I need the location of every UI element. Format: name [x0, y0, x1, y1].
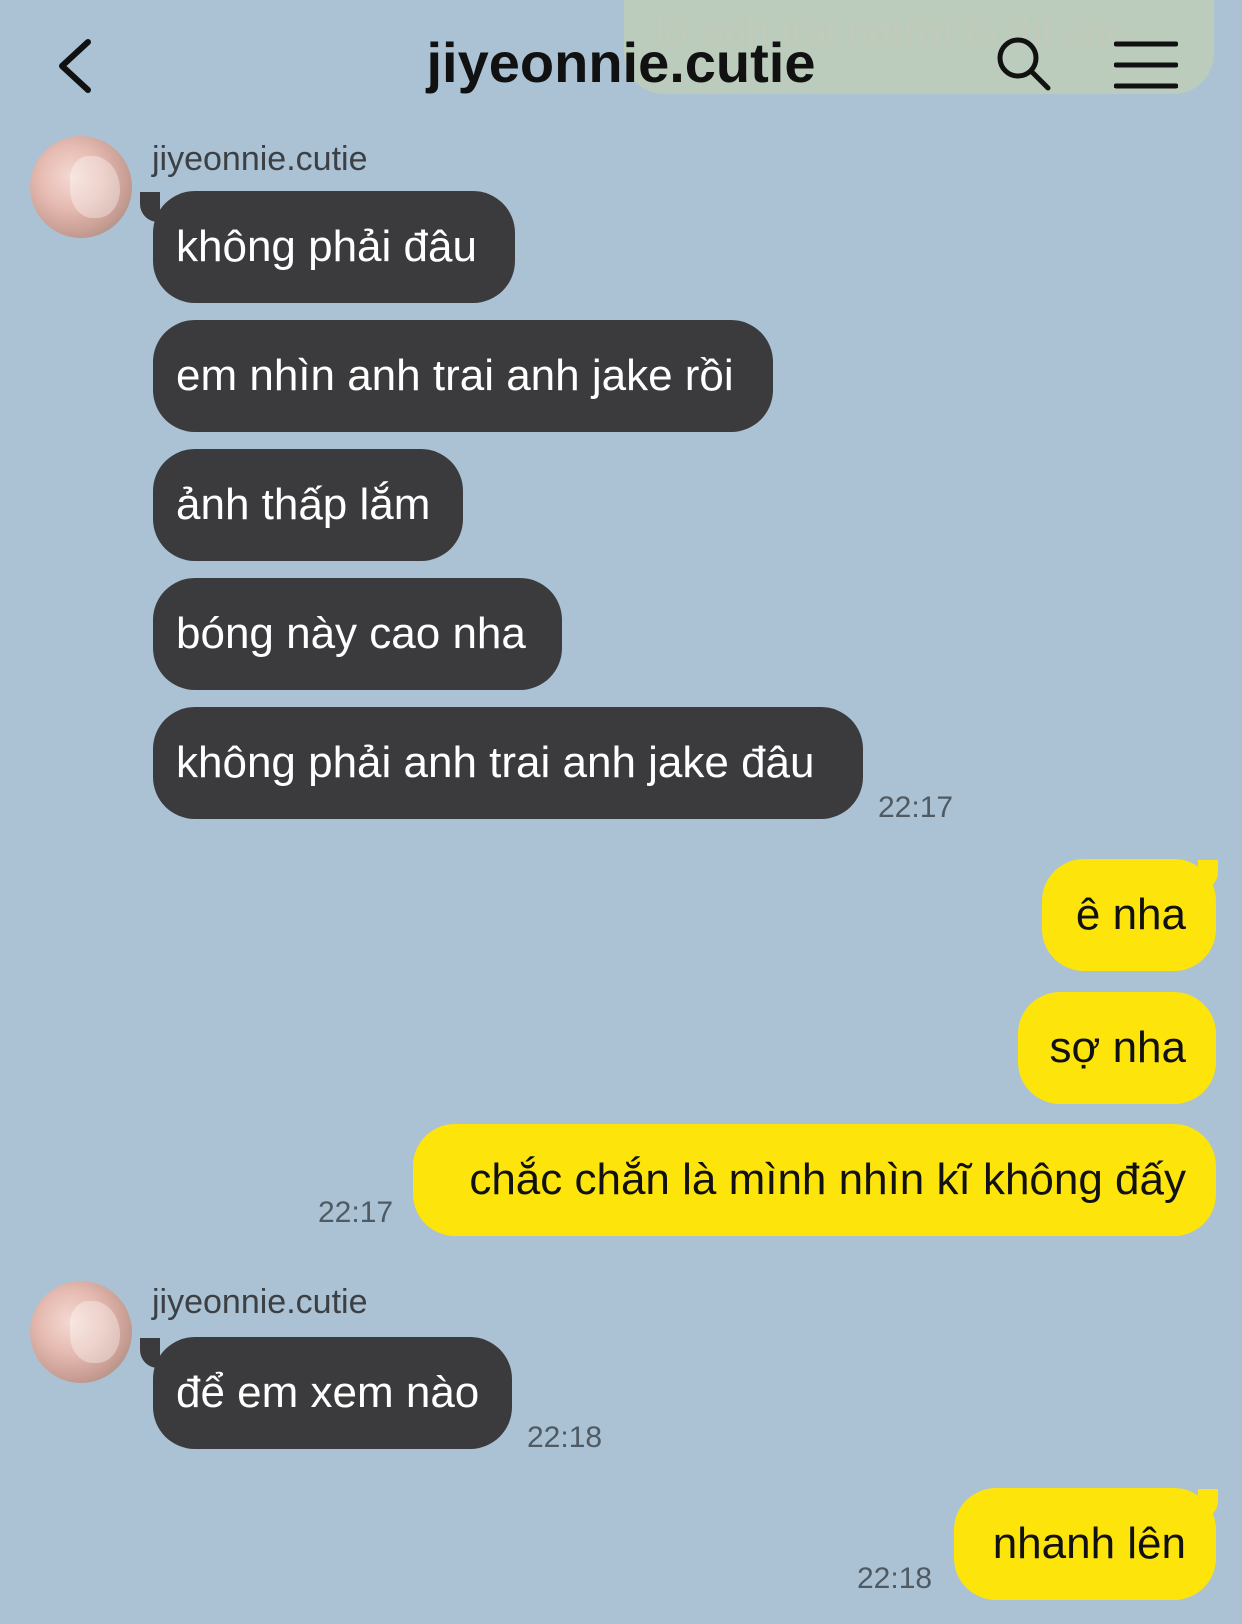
- message-bubble[interactable]: bóng này cao nha: [153, 578, 562, 690]
- message-timestamp: 22:17: [878, 791, 954, 824]
- avatar[interactable]: [30, 136, 132, 238]
- message-bubble[interactable]: nhanh lên: [954, 1488, 1216, 1600]
- avatar[interactable]: [30, 1281, 132, 1383]
- message-bubble[interactable]: ảnh thấp lắm: [153, 449, 463, 561]
- search-icon: [997, 37, 1051, 91]
- menu-button[interactable]: [1113, 40, 1179, 90]
- message-timestamp: 22:17: [318, 1196, 394, 1229]
- chat-title: jiyeonnie.cutie: [426, 31, 816, 94]
- sender-name: jiyeonnie.cutie: [152, 1283, 368, 1321]
- message-timestamp: 22:18: [527, 1421, 603, 1454]
- message-bubble[interactable]: chắc chắn là mình nhìn kĩ không đấy: [413, 1124, 1216, 1236]
- message-bubble[interactable]: ê nha: [1042, 859, 1216, 971]
- sender-name: jiyeonnie.cutie: [152, 140, 368, 178]
- message-bubble[interactable]: không phải đâu: [153, 191, 515, 303]
- hamburger-menu-icon: [1113, 41, 1179, 89]
- message-bubble[interactable]: sợ nha: [1018, 992, 1216, 1104]
- message-bubble[interactable]: không phải anh trai anh jake đâu: [153, 707, 863, 819]
- search-button[interactable]: [994, 34, 1054, 96]
- chat-header: lỡ anh trai người ta thì sao jiyeonnie.c…: [0, 0, 1242, 128]
- message-bubble[interactable]: để em xem nào: [153, 1337, 512, 1449]
- message-bubble[interactable]: em nhìn anh trai anh jake rồi: [153, 320, 773, 432]
- message-timestamp: 22:18: [857, 1562, 933, 1595]
